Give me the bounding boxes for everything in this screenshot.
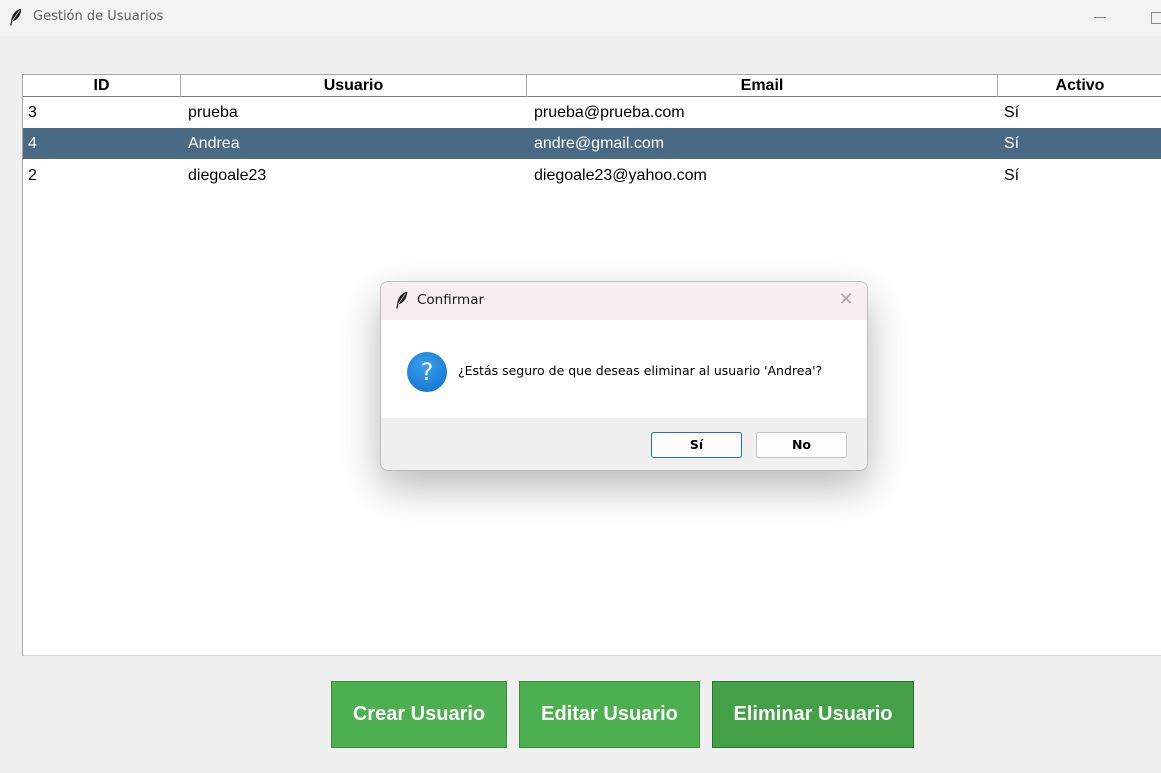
column-header-usuario[interactable]: Usuario — [181, 75, 527, 97]
column-header-activo[interactable]: Activo — [998, 75, 1161, 97]
table-header: ID Usuario Email Activo — [23, 74, 1161, 97]
feather-icon — [396, 291, 408, 309]
cell-activo: Sí — [1004, 167, 1020, 184]
table-row[interactable]: 2 diegoale23 diegoale23@yahoo.com Sí — [23, 160, 1161, 191]
cell-activo: Sí — [1004, 104, 1020, 121]
cell-email: andre@gmail.com — [534, 135, 665, 152]
no-button[interactable]: No — [756, 432, 847, 458]
confirm-dialog: Confirmar ✕ ? ¿Estás seguro de que desea… — [380, 281, 868, 471]
dialog-title-bar: Confirmar ✕ — [381, 282, 867, 320]
dialog-message: ¿Estás seguro de que deseas eliminar al … — [458, 363, 823, 378]
cell-usuario: diegoale23 — [188, 167, 267, 184]
cell-activo: Sí — [1004, 135, 1020, 152]
title-bar: Gestión de Usuarios — [0, 0, 1161, 36]
window-title: Gestión de Usuarios — [33, 9, 164, 24]
question-icon: ? — [407, 352, 447, 392]
column-header-id[interactable]: ID — [23, 75, 181, 97]
maximize-button[interactable] — [1144, 4, 1161, 30]
column-header-email[interactable]: Email — [527, 75, 998, 97]
dialog-body: ? ¿Estás seguro de que deseas eliminar a… — [381, 320, 867, 418]
delete-user-button[interactable]: Eliminar Usuario — [712, 681, 914, 748]
cell-email: prueba@prueba.com — [534, 104, 685, 121]
cell-usuario: prueba — [188, 104, 238, 121]
table-row-selected[interactable]: 4 Andrea andre@gmail.com Sí — [23, 128, 1161, 159]
minimize-button[interactable] — [1088, 4, 1112, 30]
cell-usuario: Andrea — [188, 135, 240, 152]
cell-email: diegoale23@yahoo.com — [534, 167, 707, 184]
create-user-button[interactable]: Crear Usuario — [331, 681, 507, 748]
edit-user-button[interactable]: Editar Usuario — [519, 681, 700, 748]
yes-button[interactable]: Sí — [651, 432, 742, 458]
cell-id: 2 — [28, 167, 37, 184]
cell-id: 4 — [28, 135, 37, 152]
cell-id: 3 — [28, 104, 37, 121]
feather-icon — [10, 8, 22, 26]
dialog-title: Confirmar — [417, 292, 485, 308]
close-icon[interactable]: ✕ — [837, 291, 855, 309]
table-row[interactable]: 3 prueba prueba@prueba.com Sí — [23, 97, 1161, 128]
